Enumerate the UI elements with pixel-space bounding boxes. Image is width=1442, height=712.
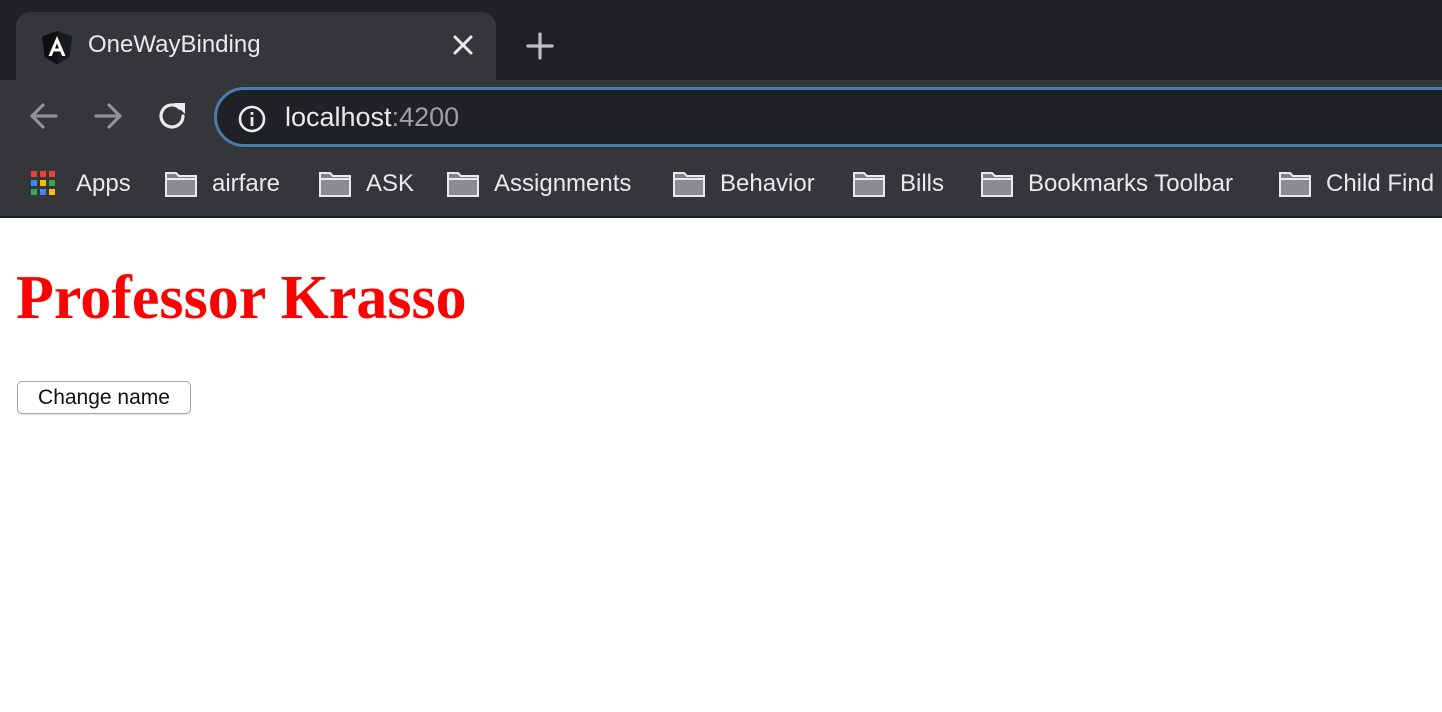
bookmark-airfare[interactable]: airfare bbox=[164, 166, 280, 202]
bookmarks-bar: Apps airfare ASK Assignments Behavior Bi… bbox=[0, 152, 1442, 217]
change-name-button[interactable]: Change name bbox=[17, 381, 191, 414]
folder-icon bbox=[165, 172, 197, 197]
arrow-right-icon[interactable] bbox=[88, 96, 128, 136]
folder-icon bbox=[319, 172, 351, 197]
arrow-left-icon[interactable] bbox=[24, 96, 64, 136]
folder-icon bbox=[673, 172, 705, 197]
bookmark-label: ASK bbox=[366, 170, 415, 197]
folder-icon bbox=[447, 172, 479, 197]
bookmark-label: Behavior bbox=[720, 170, 815, 197]
apps-grid-icon bbox=[31, 171, 55, 195]
folder-icon bbox=[981, 172, 1013, 197]
tab-title: OneWayBinding bbox=[88, 31, 261, 58]
address-bar[interactable]: localhost:4200 bbox=[214, 87, 1442, 147]
bookmark-label: Child Find bbox=[1326, 170, 1435, 197]
bookmark-label: Bookmarks Toolbar bbox=[1028, 170, 1233, 197]
bookmark-behavior[interactable]: Behavior bbox=[672, 166, 815, 202]
reload-icon[interactable] bbox=[152, 96, 192, 136]
bookmark-assignments[interactable]: Assignments bbox=[446, 166, 631, 202]
bookmark-bills[interactable]: Bills bbox=[852, 166, 944, 202]
new-tab-plus-icon[interactable] bbox=[522, 28, 558, 64]
bookmark-ask[interactable]: ASK bbox=[318, 166, 414, 202]
bookmark-label: Apps bbox=[76, 170, 131, 197]
angular-logo-icon bbox=[42, 31, 72, 65]
page-title: Professor Krasso bbox=[16, 264, 467, 332]
tab-strip: OneWayBinding bbox=[0, 0, 1442, 82]
folder-icon bbox=[853, 172, 885, 197]
bookmark-label: Bills bbox=[900, 170, 945, 197]
browser-toolbar: localhost:4200 bbox=[0, 80, 1442, 152]
close-icon[interactable] bbox=[450, 32, 476, 58]
page-content: Professor Krasso Change name bbox=[0, 218, 1442, 712]
browser-tab[interactable]: OneWayBinding bbox=[16, 12, 496, 82]
url-text[interactable]: localhost:4200 bbox=[285, 102, 459, 133]
bookmark-apps[interactable]: Apps bbox=[28, 166, 131, 202]
bookmark-label: airfare bbox=[212, 170, 281, 197]
folder-icon bbox=[1279, 172, 1311, 197]
url-host: localhost bbox=[285, 102, 392, 132]
url-port: :4200 bbox=[391, 102, 460, 132]
bookmark-label: Assignments bbox=[494, 170, 632, 197]
bookmark-child-find[interactable]: Child Find bbox=[1278, 166, 1434, 202]
bookmark-bookmarks-toolbar[interactable]: Bookmarks Toolbar bbox=[980, 166, 1233, 202]
browser-chrome: OneWayBinding localhost:4200 Apps airfar… bbox=[0, 0, 1442, 218]
info-icon[interactable] bbox=[237, 104, 267, 134]
